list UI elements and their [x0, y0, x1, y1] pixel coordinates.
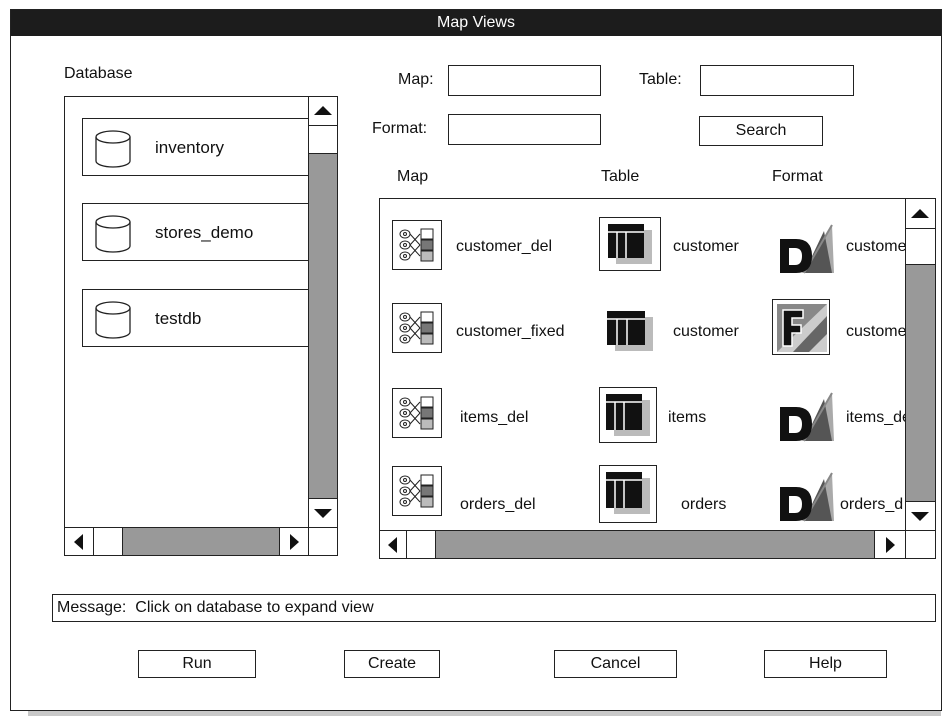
scrollbar-corner	[308, 527, 337, 555]
map-views-dialog: Map Views Database inventory stores_demo…	[10, 9, 942, 711]
column-header-map: Map	[397, 168, 429, 185]
table-input[interactable]	[700, 65, 854, 96]
d-format-icon	[780, 224, 834, 274]
table-name: items	[668, 409, 707, 426]
help-button[interactable]: Help	[764, 650, 887, 678]
scroll-down-button[interactable]	[905, 501, 935, 531]
arrow-right-icon	[290, 534, 299, 550]
arrow-left-icon	[74, 534, 83, 550]
map-name: items_del	[460, 409, 529, 426]
table-name: customer	[673, 238, 739, 255]
database-list: inventory stores_demo testdb	[64, 96, 338, 556]
table-name: orders	[681, 496, 727, 513]
scroll-down-button[interactable]	[308, 498, 337, 528]
database-item-stores-demo[interactable]: stores_demo	[82, 203, 323, 261]
arrow-down-icon	[911, 512, 929, 521]
map-icon	[392, 466, 442, 516]
table-icon	[599, 217, 661, 271]
scrollbar-corner	[905, 530, 935, 558]
database-label: Database	[64, 65, 133, 82]
message-bar: Message: Click on database to expand vie…	[52, 594, 936, 622]
message-label: Message:	[57, 599, 127, 616]
map-icon	[392, 388, 442, 438]
message-text: Click on database to expand view	[135, 599, 374, 616]
map-name: customer_del	[456, 238, 553, 255]
map-name: customer_fixed	[456, 323, 565, 340]
arrow-right-icon	[886, 537, 895, 553]
database-vertical-scrollbar[interactable]	[308, 97, 337, 527]
scroll-left-button[interactable]	[65, 527, 94, 555]
database-icon	[95, 130, 131, 168]
arrow-up-icon	[314, 106, 332, 115]
create-button[interactable]: Create	[344, 650, 440, 678]
horizontal-scroll-thumb[interactable]	[406, 530, 436, 558]
title-bar: Map Views	[11, 10, 941, 36]
format-name: items_de	[846, 409, 911, 426]
search-button[interactable]: Search	[699, 116, 823, 146]
results-horizontal-scrollbar[interactable]	[380, 530, 906, 558]
table-icon	[607, 311, 653, 351]
map-input[interactable]	[448, 65, 601, 96]
database-item-label: inventory	[155, 138, 224, 157]
table-icon	[599, 465, 657, 523]
table-label: Table:	[639, 71, 682, 88]
format-name: custome	[846, 238, 907, 255]
database-item-testdb[interactable]: testdb	[82, 289, 323, 347]
arrow-down-icon	[314, 509, 332, 518]
map-icon	[392, 303, 442, 353]
database-item-inventory[interactable]: inventory	[82, 118, 323, 176]
arrow-up-icon	[911, 209, 929, 218]
database-icon	[95, 301, 131, 339]
format-label: Format:	[372, 120, 428, 137]
d-format-icon	[780, 392, 834, 442]
scroll-right-button[interactable]	[874, 530, 906, 558]
format-name: custome	[846, 323, 907, 340]
d-format-icon	[780, 472, 834, 522]
scroll-up-button[interactable]	[905, 199, 935, 229]
map-name: orders_del	[460, 496, 536, 513]
database-item-label: testdb	[155, 309, 202, 328]
table-icon	[599, 387, 657, 443]
database-item-label: stores_demo	[155, 223, 254, 242]
map-label: Map:	[398, 71, 434, 88]
cancel-button[interactable]: Cancel	[554, 650, 677, 678]
f-format-icon	[772, 299, 830, 355]
database-icon	[95, 215, 131, 253]
scroll-up-button[interactable]	[308, 97, 337, 126]
scroll-right-button[interactable]	[279, 527, 309, 555]
arrow-left-icon	[388, 537, 397, 553]
horizontal-scroll-thumb[interactable]	[93, 527, 123, 555]
table-name: customer	[673, 323, 739, 340]
run-button[interactable]: Run	[138, 650, 256, 678]
format-name: orders_d	[840, 496, 904, 513]
results-list: customer_del customer custome customer_f…	[379, 198, 936, 559]
format-input[interactable]	[448, 114, 601, 145]
map-icon	[392, 220, 442, 270]
column-header-table: Table	[601, 168, 640, 185]
scroll-left-button[interactable]	[380, 530, 407, 558]
vertical-scroll-thumb[interactable]	[905, 228, 935, 265]
vertical-scroll-thumb[interactable]	[308, 125, 337, 154]
column-header-format: Format	[772, 168, 823, 185]
